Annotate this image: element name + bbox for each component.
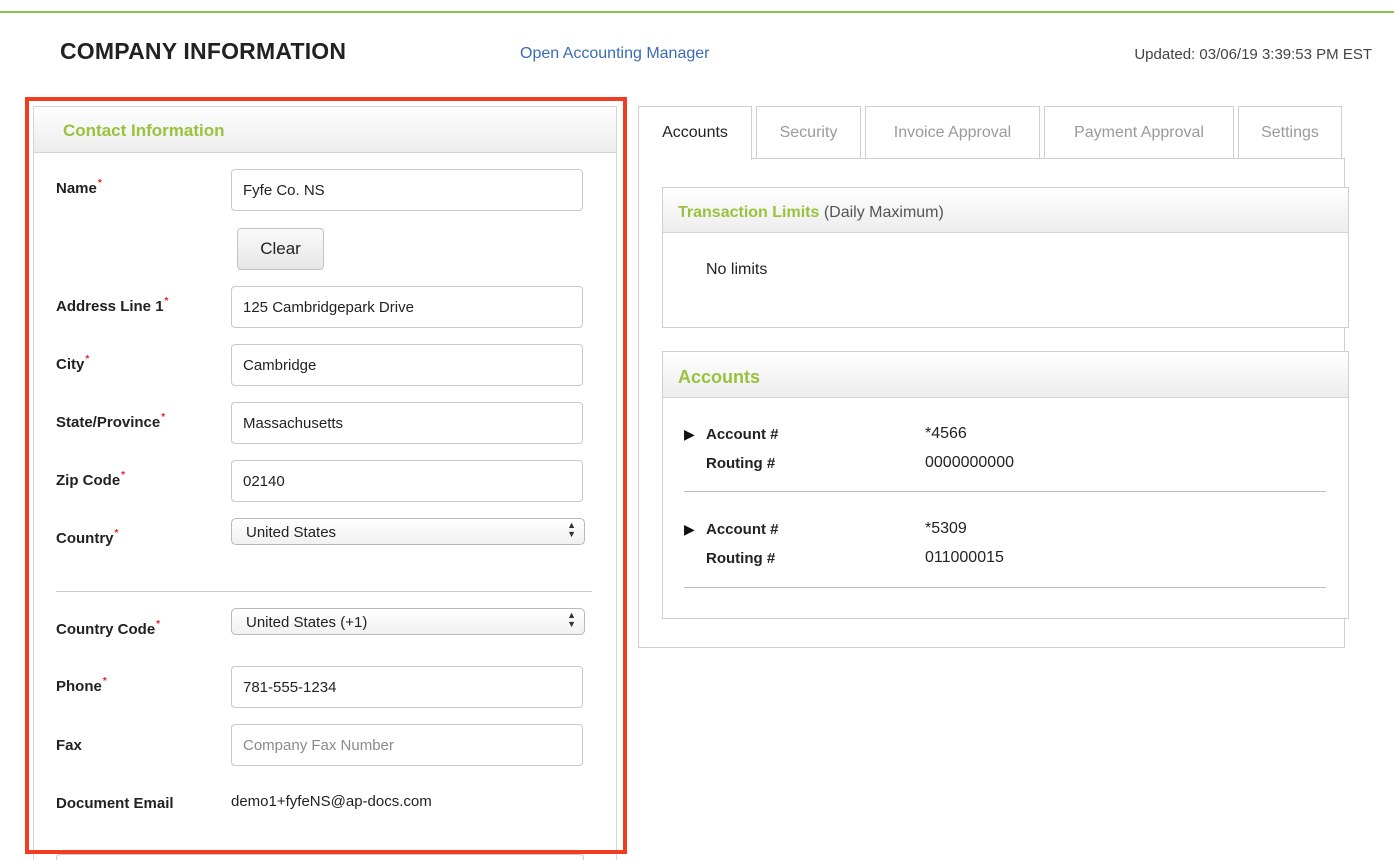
- required-marker: *: [102, 676, 107, 687]
- phone-label: Phone*: [56, 676, 107, 695]
- contact-panel-header: Contact Information: [34, 107, 616, 153]
- transaction-limits-header: Transaction Limits (Daily Maximum): [663, 188, 1348, 233]
- zip-code-label: Zip Code*: [56, 470, 126, 489]
- city-field[interactable]: [231, 344, 583, 386]
- routing-number-label: Routing #: [706, 550, 776, 567]
- expand-arrow-icon[interactable]: ▶: [684, 521, 695, 538]
- accounts-panel: Accounts: [662, 351, 1349, 619]
- name-label: Name*: [56, 178, 102, 197]
- account-number-value: *5309: [925, 520, 967, 537]
- tab-accounts[interactable]: Accounts: [638, 106, 752, 160]
- account-number-label: Account #: [706, 426, 779, 443]
- state-province-field[interactable]: [231, 402, 583, 444]
- select-arrows-icon: ▲ ▼: [567, 520, 576, 539]
- country-select[interactable]: United States ▲ ▼: [231, 518, 585, 545]
- country-code-label: Country Code*: [56, 619, 161, 638]
- top-accent-rule: [0, 11, 1394, 13]
- routing-number-value: 0000000000: [925, 454, 1014, 471]
- updated-timestamp: Updated: 03/06/19 3:39:53 PM EST: [1134, 46, 1372, 63]
- city-label: City*: [56, 354, 90, 373]
- tab-security[interactable]: Security: [756, 106, 861, 159]
- country-code-select-value: United States (+1): [246, 614, 368, 631]
- address-line-1-field[interactable]: [231, 286, 583, 328]
- tab-settings[interactable]: Settings: [1238, 106, 1342, 159]
- name-field[interactable]: [231, 169, 583, 211]
- required-marker: *: [97, 178, 102, 189]
- required-marker: *: [85, 354, 90, 365]
- required-marker: *: [121, 470, 126, 481]
- required-marker: *: [114, 528, 119, 539]
- state-province-label: State/Province*: [56, 412, 166, 431]
- no-limits-text: No limits: [706, 261, 768, 278]
- accounts-title: Accounts: [678, 367, 761, 387]
- transaction-limits-panel: Transaction Limits (Daily Maximum): [662, 187, 1349, 328]
- routing-number-label: Routing #: [706, 455, 776, 472]
- expand-arrow-icon[interactable]: ▶: [684, 426, 695, 443]
- country-code-select[interactable]: United States (+1) ▲ ▼: [231, 608, 585, 635]
- required-marker: *: [164, 296, 169, 307]
- document-email-label: Document Email: [56, 795, 174, 812]
- zip-code-field[interactable]: [231, 460, 583, 502]
- accounts-header: Accounts: [663, 352, 1348, 398]
- section-divider: [56, 591, 592, 592]
- account-separator: [684, 491, 1326, 492]
- page-title: COMPANY INFORMATION: [60, 38, 347, 64]
- routing-number-value: 011000015: [925, 549, 1004, 566]
- required-marker: *: [161, 412, 166, 423]
- fax-label: Fax: [56, 737, 82, 754]
- account-number-label: Account #: [706, 521, 779, 538]
- document-email-value: demo1+fyfeNS@ap-docs.com: [231, 793, 432, 810]
- contact-panel-title: Contact Information: [63, 121, 225, 140]
- country-label: Country*: [56, 528, 119, 547]
- account-number-value: *4566: [925, 425, 967, 442]
- country-select-value: United States: [246, 524, 337, 541]
- required-marker: *: [156, 619, 161, 630]
- tab-payment-approval[interactable]: Payment Approval: [1044, 106, 1234, 159]
- tab-invoice-approval[interactable]: Invoice Approval: [865, 106, 1040, 159]
- address-line-1-label: Address Line 1*: [56, 296, 169, 315]
- phone-field[interactable]: [231, 666, 583, 708]
- clear-button[interactable]: Clear: [237, 228, 324, 270]
- account-separator: [684, 587, 1326, 588]
- next-section-edge: [56, 854, 584, 860]
- fax-field[interactable]: [231, 724, 583, 766]
- transaction-limits-title: Transaction Limits (Daily Maximum): [678, 204, 944, 221]
- open-accounting-manager-link[interactable]: Open Accounting Manager: [520, 45, 709, 63]
- select-arrows-icon: ▲ ▼: [567, 610, 576, 629]
